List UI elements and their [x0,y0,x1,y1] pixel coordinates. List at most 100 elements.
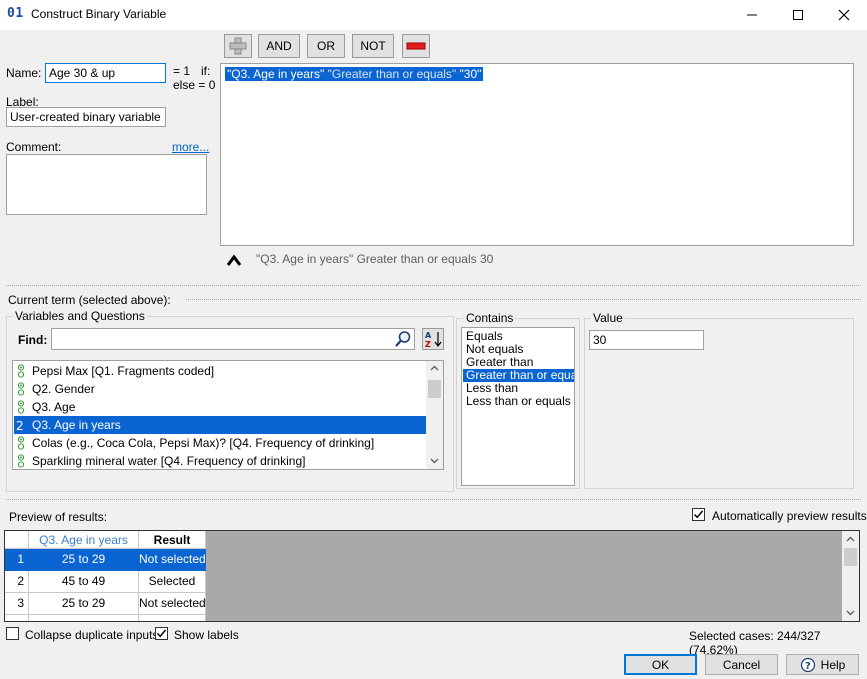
more-link[interactable]: more... [172,140,209,154]
scroll-down-icon[interactable] [430,458,439,464]
variable-item-label: Pepsi Max [Q1. Fragments coded] [32,364,215,378]
nominal-icon [17,454,25,468]
scroll-thumb[interactable] [844,548,857,566]
help-button[interactable]: ? Help [786,654,859,675]
preview-label: Preview of results: [9,510,108,524]
maximize-icon [793,10,803,20]
svg-text:2: 2 [16,419,24,432]
nominal-icon [17,364,25,378]
variable-item[interactable]: Pepsi Max [Q1. Fragments coded] [14,362,426,380]
variable-item[interactable]: Sparkling mineral water [Q4. Frequency o… [14,452,426,469]
auto-preview-label: Automatically preview results [712,509,867,523]
find-input[interactable] [51,328,415,350]
table-cell-age[interactable]: 45 to 49 [29,571,139,593]
table-cell-result[interactable]: Not selected [139,549,206,571]
scroll-thumb[interactable] [428,380,441,398]
collapse-duplicates-checkbox[interactable] [6,627,19,640]
table-cell-result [139,615,206,621]
remove-term-button[interactable] [402,34,430,58]
close-icon [838,9,850,21]
current-term-label: Current term (selected above): [8,293,171,307]
preview-table[interactable]: Q3. Age in years Result 1 25 to 29 Not s… [4,530,860,622]
variable-item-label: Q2. Gender [32,382,95,396]
expression-summary: "Q3. Age in years" Greater than or equal… [256,252,494,266]
help-button-label: Help [820,657,846,672]
label-input[interactable]: User-created binary variable [6,107,166,127]
minus-icon [406,42,426,50]
maximize-button[interactable] [775,0,821,30]
variables-scrollbar[interactable] [426,361,443,469]
row-number[interactable]: 2 [5,571,29,593]
cancel-button[interactable]: Cancel [705,654,778,675]
separator [6,285,861,286]
variables-list[interactable]: Pepsi Max [Q1. Fragments coded] Q2. Gend… [12,360,444,470]
sort-button[interactable]: A Z [422,328,444,350]
scroll-up-icon[interactable] [430,365,439,371]
app-icon: 01 [7,6,24,21]
separator [6,499,861,500]
row-number[interactable]: 1 [5,549,29,571]
row-number[interactable]: 3 [5,593,29,615]
window-title: Construct Binary Variable [31,7,167,21]
svg-text:A: A [425,331,432,340]
column-header-result[interactable]: Result [139,531,206,549]
comment-label: Comment: [6,140,62,154]
svg-text:?: ? [805,661,811,672]
row-number [5,615,29,621]
column-header-age[interactable]: Q3. Age in years [29,531,139,549]
nominal-icon [17,436,25,450]
add-term-button[interactable] [224,34,252,58]
caret-up-icon [226,253,242,270]
table-cell-age [29,615,139,621]
if-text: if: [201,64,211,78]
expression-editor[interactable]: "Q3. Age in years" "Greater than or equa… [220,63,854,246]
scroll-down-icon[interactable] [846,610,855,616]
and-button[interactable]: AND [258,34,300,58]
not-button[interactable]: NOT [352,34,394,58]
variable-item-selected[interactable]: 2 Q3. Age in years [14,416,426,434]
comment-input[interactable] [6,154,207,215]
minimize-button[interactable] [729,0,775,30]
term-value: "30" [459,67,482,81]
variable-item-label: Q3. Age in years [32,418,121,432]
check-icon [693,510,704,519]
close-button[interactable] [821,0,867,30]
table-cell-age[interactable]: 25 to 29 [29,549,139,571]
sort-az-icon: A Z [425,331,442,349]
variable-item[interactable]: Q3. Age [14,398,426,416]
nominal-icon [17,400,25,414]
variable-item[interactable]: Q2. Gender [14,380,426,398]
else-text: else = 0 [173,78,216,92]
variable-item-label: Q3. Age [32,400,76,414]
table-cell-result[interactable]: Not selected [139,593,206,615]
variable-item-label: Sparkling mineral water [Q4. Frequency o… [32,454,306,468]
selected-term[interactable]: "Q3. Age in years" "Greater than or equa… [225,67,484,81]
separator [186,299,861,300]
term-operator: "Greater than or equals" [327,67,457,81]
scroll-up-icon[interactable] [846,536,855,542]
table-cell-age[interactable]: 25 to 29 [29,593,139,615]
value-input[interactable]: 30 [589,330,704,350]
find-label: Find: [18,333,48,347]
show-labels-checkbox[interactable] [155,627,168,640]
or-button[interactable]: OR [307,34,345,58]
name-label: Name: [6,66,42,80]
check-icon [156,629,167,638]
equals-one-text: = 1 [173,64,191,78]
magnifier-icon [395,331,411,347]
table-cell-result[interactable]: Selected [139,571,206,593]
contains-list[interactable]: Equals Not equals Greater than Greater t… [461,327,575,486]
nominal-icon [17,382,25,396]
variable-item-label: Colas (e.g., Coca Cola, Pepsi Max)? [Q4.… [32,436,375,450]
name-input[interactable]: Age 30 & up [45,63,166,83]
variable-item[interactable]: Colas (e.g., Coca Cola, Pepsi Max)? [Q4.… [14,434,426,452]
help-question-icon: ? [800,657,815,672]
auto-preview-checkbox[interactable] [692,508,705,521]
term-variable: "Q3. Age in years" [227,67,325,81]
contains-option[interactable]: Less than or equals [463,395,574,408]
preview-scrollbar[interactable] [842,531,859,621]
ok-button[interactable]: OK [624,654,697,675]
value-group-title: Value [591,311,625,325]
numeric-icon: 2 [16,419,24,432]
search-button[interactable] [394,330,412,351]
